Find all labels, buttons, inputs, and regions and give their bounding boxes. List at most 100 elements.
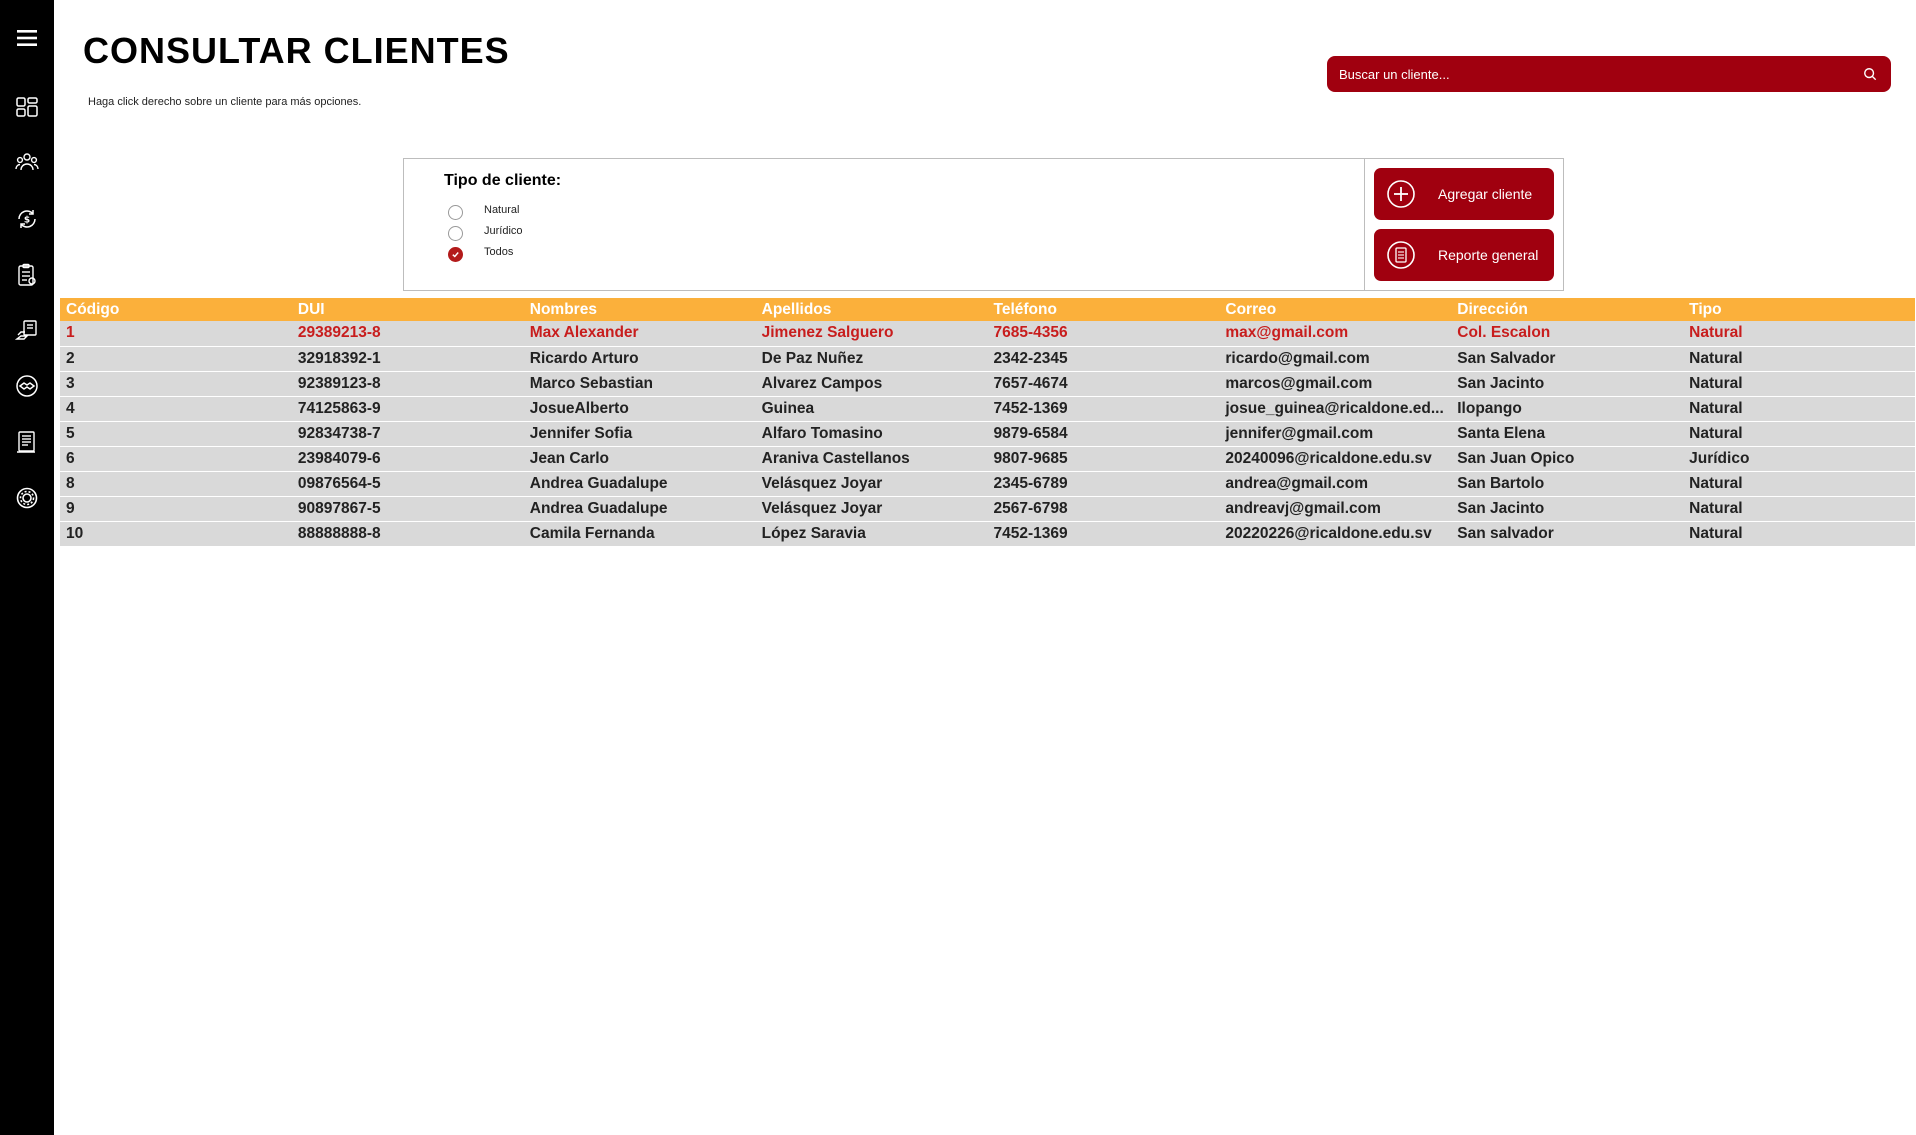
table-cell: 2342-2345 <box>993 349 1068 367</box>
general-report-button[interactable]: Reporte general <box>1374 229 1554 281</box>
table-row[interactable]: 10 88888888-8 Camila Fernanda López Saravia… <box>60 521 1915 546</box>
table-cell: 7452-1369 <box>993 524 1068 542</box>
table-cell: Velásquez Joyar <box>761 474 883 492</box>
add-client-label: Agregar cliente <box>1438 186 1533 202</box>
table-cell: Max Alexander <box>529 324 639 342</box>
menu-icon[interactable] <box>11 22 43 54</box>
table-cell: Camila Fernanda <box>529 524 655 542</box>
search-icon[interactable] <box>1861 65 1879 83</box>
radio-todos[interactable]: Todos <box>448 245 514 262</box>
table-row[interactable]: 5 92834738-7 Jennifer Sofia Alfaro Tomasino… <box>60 421 1915 446</box>
table-cell: 7657-4674 <box>993 374 1068 392</box>
column-header[interactable]: Apellidos <box>756 298 988 321</box>
table-cell: Ilopango <box>1457 399 1522 417</box>
table-cell: jennifer@gmail.com <box>1225 424 1374 442</box>
search-input[interactable] <box>1339 66 1861 82</box>
table-cell: Natural <box>1689 424 1743 442</box>
settings-icon[interactable] <box>11 482 43 514</box>
table-cell: 23984079-6 <box>297 449 381 467</box>
handshake-icon[interactable] <box>11 370 43 402</box>
table-cell: 9879-6584 <box>993 424 1068 442</box>
check-icon <box>452 252 459 258</box>
table-row[interactable]: 6 23984079-6 Jean Carlo Araniva Castellanos… <box>60 446 1915 471</box>
table-cell: Natural <box>1689 474 1743 492</box>
filter-panel: Tipo de cliente: Natural Jurídico Todos … <box>403 158 1564 291</box>
column-header[interactable]: Tipo <box>1683 298 1915 321</box>
table-cell: 2345-6789 <box>993 474 1068 492</box>
filter-title: Tipo de cliente: <box>444 172 562 189</box>
table-row[interactable]: 4 74125863-9 JosueAlberto Guinea 7452-1369 jo… <box>60 396 1915 421</box>
radio-label: Natural <box>484 203 520 216</box>
table-cell: 7452-1369 <box>993 399 1068 417</box>
table-cell: Col. Escalon <box>1457 324 1551 342</box>
table-cell: 74125863-9 <box>297 399 381 417</box>
table-row[interactable]: 9 90897867-5 Andrea Guadalupe Velásquez Joy… <box>60 496 1915 521</box>
table-row[interactable]: 2 32918392-1 Ricardo Arturo De Paz Nuñez 234… <box>60 346 1915 371</box>
table-cell: San Bartolo <box>1457 474 1545 492</box>
table-cell: JosueAlberto <box>529 399 629 417</box>
table-cell: San Juan Opico <box>1457 449 1575 467</box>
table-cell: Natural <box>1689 349 1743 367</box>
table-cell: San Jacinto <box>1457 374 1545 392</box>
table-cell: 92389123-8 <box>297 374 381 392</box>
table-cell: 8 <box>66 474 75 492</box>
sidebar: $ <box>0 0 54 1135</box>
table-cell: 2567-6798 <box>993 499 1068 517</box>
table-cell: San Jacinto <box>1457 499 1545 517</box>
table-cell: josue_guinea@ricaldone.ed... <box>1225 399 1444 417</box>
column-header[interactable]: DUI <box>292 298 524 321</box>
table-cell: Alvarez Campos <box>761 374 883 392</box>
table-cell: Marco Sebastian <box>529 374 653 392</box>
table-cell: San salvador <box>1457 524 1554 542</box>
table-row[interactable]: 1 29389213-8 Max Alexander Jimenez Salguero… <box>60 321 1915 346</box>
inventory-icon[interactable] <box>11 259 43 291</box>
column-header[interactable]: Correo <box>1219 298 1451 321</box>
table-cell: 2 <box>66 349 75 367</box>
table-cell: 9 <box>66 499 75 517</box>
column-header[interactable]: Código <box>60 298 292 321</box>
table-cell: 4 <box>66 399 75 417</box>
table-cell: De Paz Nuñez <box>761 349 864 367</box>
column-header[interactable]: Teléfono <box>988 298 1220 321</box>
table-cell: Jimenez Salguero <box>761 324 894 342</box>
reports-icon[interactable] <box>11 426 43 458</box>
search-bar[interactable] <box>1327 56 1891 92</box>
column-header[interactable]: Dirección <box>1451 298 1683 321</box>
table-row[interactable]: 8 09876564-5 Andrea Guadalupe Velásquez Joy… <box>60 471 1915 496</box>
table-cell: Natural <box>1689 499 1743 517</box>
table-cell: Ricardo Arturo <box>529 349 639 367</box>
radio-natural[interactable]: Natural <box>448 203 520 220</box>
table-cell: Natural <box>1689 324 1743 342</box>
radio-button[interactable] <box>448 205 463 220</box>
table-cell: Velásquez Joyar <box>761 499 883 517</box>
radio-button-checked[interactable] <box>448 247 463 262</box>
column-header[interactable]: Nombres <box>524 298 756 321</box>
radio-juridico[interactable]: Jurídico <box>448 225 523 241</box>
table-cell: 9807-9685 <box>993 449 1068 467</box>
table-cell: 09876564-5 <box>297 474 381 492</box>
table-cell: Andrea Guadalupe <box>529 499 668 517</box>
dashboard-icon[interactable] <box>11 91 43 123</box>
table-cell: Guinea <box>761 399 815 417</box>
radio-label: Todos <box>484 245 514 258</box>
sales-icon[interactable]: $ <box>11 203 43 235</box>
svg-text:$: $ <box>24 216 30 226</box>
table-cell: Natural <box>1689 524 1743 542</box>
clients-table: Código DUI Nombres Apellidos Teléfono Correo D… <box>60 298 1915 547</box>
radio-button[interactable] <box>448 226 463 241</box>
table-row[interactable]: 3 92389123-8 Marco Sebastian Alvarez Campos… <box>60 371 1915 396</box>
table-cell: ricardo@gmail.com <box>1225 349 1370 367</box>
table-cell: 20240096@ricaldone.edu.sv <box>1225 449 1432 467</box>
table-cell: 7685-4356 <box>993 324 1068 342</box>
clients-table-container: Código DUI Nombres Apellidos Teléfono Correo D… <box>60 298 1915 547</box>
table-cell: Natural <box>1689 399 1743 417</box>
table-cell: 1 <box>66 324 75 342</box>
providers-icon[interactable] <box>11 314 43 346</box>
clients-icon[interactable] <box>11 146 43 178</box>
table-cell: Alfaro Tomasino <box>761 424 883 442</box>
table-cell: López Saravia <box>761 524 866 542</box>
add-client-button[interactable]: Agregar cliente <box>1374 168 1554 220</box>
table-cell: 5 <box>66 424 75 442</box>
table-cell: 6 <box>66 449 75 467</box>
page-hint: Haga click derecho sobre un cliente para… <box>88 96 362 108</box>
